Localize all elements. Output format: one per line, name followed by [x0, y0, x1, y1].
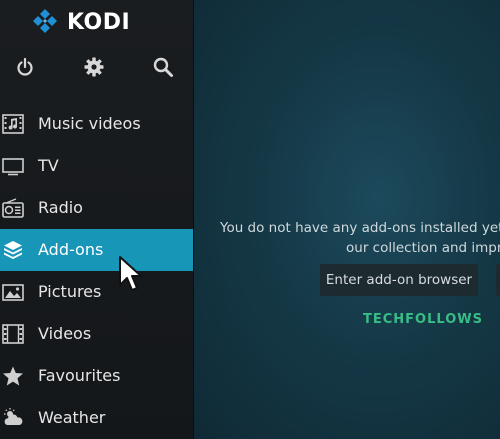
menu-item-radio[interactable]: Radio [0, 187, 193, 229]
menu-item-videos[interactable]: Videos [0, 313, 193, 355]
star-icon [3, 366, 23, 386]
search-icon[interactable] [152, 56, 174, 78]
enter-addon-browser-button[interactable]: Enter add-on browser [320, 264, 478, 296]
top-icon-bar [0, 52, 193, 82]
message-line-1: You do not have any add-ons installed ye… [220, 220, 500, 236]
menu-item-pictures[interactable]: Pictures [0, 271, 193, 313]
pictures-icon [2, 284, 24, 301]
addons-box-icon [4, 241, 22, 259]
menu-item-label: Pictures [38, 282, 102, 301]
menu-item-add-ons[interactable]: Add-ons [0, 229, 193, 271]
menu-item-label: Add-ons [38, 240, 104, 259]
kodi-logo-icon [33, 9, 57, 33]
empty-addons-message: You do not have any add-ons installed ye… [220, 218, 500, 258]
menu-item-music-videos[interactable]: Music videos [0, 103, 193, 145]
gear-icon[interactable] [83, 56, 105, 78]
menu-item-favourites[interactable]: Favourites [0, 355, 193, 397]
menu-item-label: Favourites [38, 366, 121, 385]
menu-item-label: Music videos [38, 114, 141, 133]
secondary-button[interactable] [496, 264, 500, 296]
film-icon [2, 324, 24, 344]
main-panel: You do not have any add-ons installed ye… [194, 0, 500, 439]
menu-item-label: Videos [38, 324, 92, 343]
music-video-icon [2, 114, 24, 134]
power-icon[interactable] [14, 56, 36, 78]
menu-item-label: Radio [38, 198, 83, 217]
radio-icon [2, 198, 24, 218]
sidebar: KODI Music videos TV Radio Add-ons Pictu… [0, 0, 194, 439]
kodi-logo: KODI [31, 8, 130, 36]
mouse-pointer-icon [119, 256, 142, 291]
weather-icon [4, 408, 23, 425]
watermark: TECHFOLLOWS [363, 312, 483, 327]
menu-item-label: TV [38, 156, 59, 175]
message-line-2: our collection and impr [346, 240, 500, 256]
tv-icon [2, 158, 24, 176]
menu-item-label: Weather [38, 408, 106, 427]
menu-item-tv[interactable]: TV [0, 145, 193, 187]
app-title: KODI [67, 9, 131, 35]
kodi-screen: KODI Music videos TV Radio Add-ons Pictu… [0, 0, 500, 439]
menu-item-weather[interactable]: Weather [0, 397, 193, 439]
main-menu: Music videos TV Radio Add-ons Pictures V… [0, 103, 193, 439]
